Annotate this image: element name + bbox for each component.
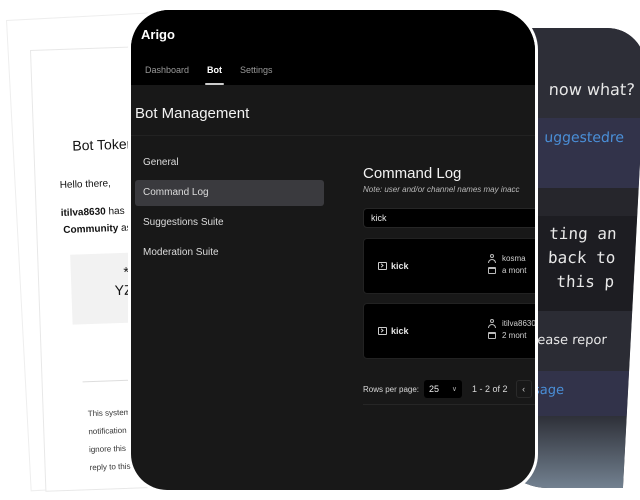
command-name: kick — [391, 261, 409, 271]
email-footer: This system r notification w ignore this… — [87, 404, 138, 478]
email-greeting: Hello there, — [59, 178, 112, 192]
nav-tabs: Dashboard Bot Settings — [145, 65, 291, 85]
pagination: Rows per page: 25 ∨ 1 - 2 of 2 ‹ — [363, 380, 532, 398]
email-community: Community — [63, 223, 119, 236]
terminal-icon — [378, 327, 387, 335]
command-label: kick — [378, 261, 409, 271]
command-label: kick — [378, 326, 409, 336]
chevron-left-icon: ‹ — [522, 384, 526, 394]
tab-settings[interactable]: Settings — [240, 65, 273, 85]
email-line-2: Community as — [63, 223, 132, 236]
side-nav-general[interactable]: General — [135, 150, 324, 176]
side-nav: General Command Log Suggestions Suite Mo… — [135, 150, 324, 270]
section-title: Command Log — [363, 165, 462, 182]
footer-line: This system r — [87, 407, 136, 419]
user-icon — [488, 319, 496, 328]
report-text: lease repor — [533, 333, 608, 348]
user-name: kosma — [502, 254, 526, 263]
log-entry[interactable]: kick itilva8630 2 mont — [363, 303, 535, 359]
command-name: kick — [391, 326, 409, 336]
date-text: 2 mont — [502, 331, 527, 340]
divider — [131, 135, 535, 136]
page-title: Bot Management — [135, 105, 250, 122]
app-window: Arigo Dashboard Bot Settings Bot Managem… — [131, 10, 535, 490]
section-note: Note: user and/or channel names may inac… — [363, 185, 520, 194]
date-text: a mont — [502, 266, 527, 275]
tab-dashboard[interactable]: Dashboard — [145, 65, 189, 85]
email-line-1-text: has : — [105, 205, 131, 218]
subreddit-link[interactable]: uggestedre — [544, 130, 624, 146]
chevron-down-icon: ∨ — [451, 386, 458, 393]
footer-line: ignore this e — [88, 443, 133, 455]
post-question: now what? — [548, 80, 636, 99]
footer-line: notification w — [88, 425, 135, 437]
rows-per-page-select[interactable]: 25 ∨ — [424, 380, 463, 398]
rows-per-page-value: 25 — [429, 384, 440, 394]
top-bar: Arigo Dashboard Bot Settings — [131, 10, 535, 85]
entry-user: itilva8630 — [488, 319, 535, 328]
email-line-1: itilva8630 has : — [61, 206, 131, 219]
rows-per-page-label: Rows per page: — [363, 384, 420, 394]
page-range: 1 - 2 of 2 — [472, 384, 508, 394]
prev-page-button[interactable]: ‹ — [515, 380, 532, 398]
code-line: back to — [547, 248, 616, 267]
command-log-panel: Command Log Note: user and/or channel na… — [363, 165, 535, 359]
side-nav-suggestions-suite[interactable]: Suggestions Suite — [135, 210, 324, 236]
divider — [363, 404, 535, 405]
side-nav-command-log[interactable]: Command Log — [135, 180, 324, 206]
calendar-icon — [488, 332, 496, 339]
footer-line: reply to this e — [89, 461, 138, 473]
log-entry[interactable]: kick kosma a mont — [363, 238, 535, 294]
email-line-2-text: as — [118, 222, 132, 235]
search-input[interactable] — [363, 208, 535, 228]
entry-date: a mont — [488, 266, 526, 275]
calendar-icon — [488, 267, 496, 274]
user-icon — [488, 254, 496, 263]
user-name: itilva8630 — [502, 319, 535, 328]
email-title: Bot Toker — [72, 135, 132, 154]
message-link[interactable]: sage — [533, 383, 565, 398]
side-nav-moderation-suite[interactable]: Moderation Suite — [135, 240, 324, 266]
email-username: itilva8630 — [60, 206, 106, 220]
entry-date: 2 mont — [488, 331, 526, 340]
code-line: ting an — [548, 224, 618, 243]
tab-bot[interactable]: Bot — [205, 65, 225, 85]
code-line: this p — [546, 272, 615, 291]
entry-user: kosma — [488, 254, 526, 263]
app-title: Arigo — [141, 27, 175, 42]
terminal-icon — [378, 262, 387, 270]
